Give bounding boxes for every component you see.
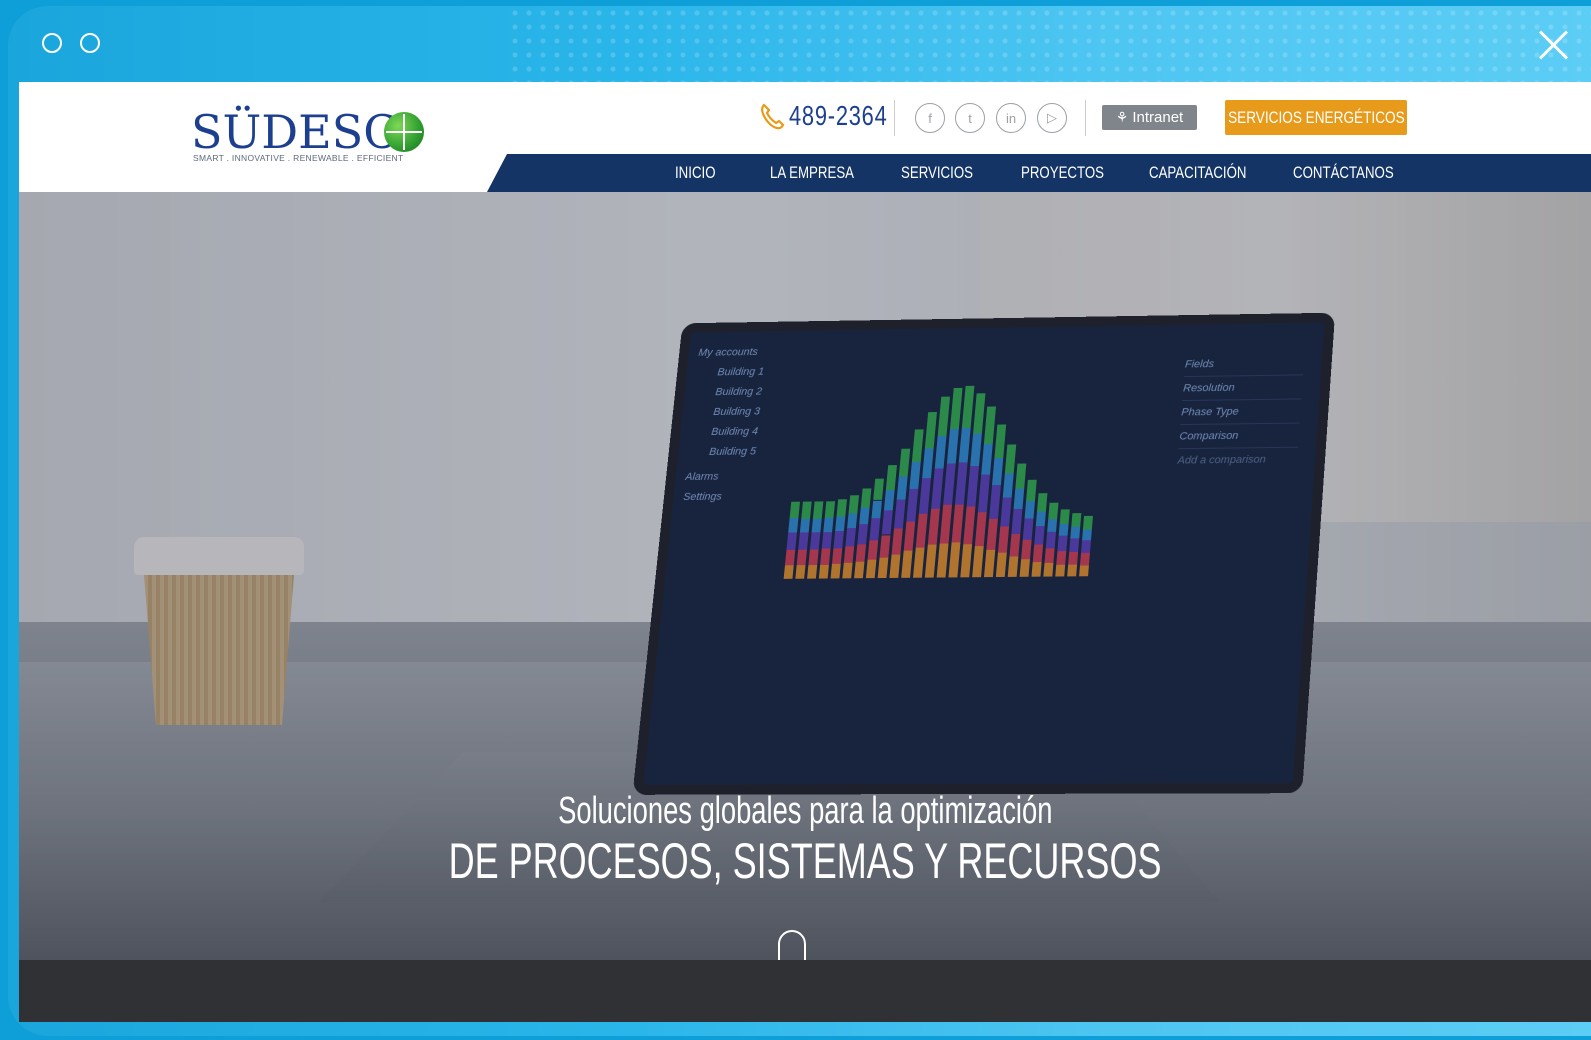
hero-tagline: Soluciones globales para la optimización (19, 790, 1591, 833)
nav-item-contactanos[interactable]: CONTÁCTANOS (1293, 154, 1422, 192)
logo-tagline: SMART . INNOVATIVE . RENEWABLE . EFFICIE… (193, 153, 404, 163)
facebook-icon[interactable]: f (915, 103, 945, 133)
nav-item-inicio[interactable]: INICIO (675, 154, 727, 192)
nav-label: INICIO (675, 163, 716, 182)
nav-item-servicios[interactable]: SERVICIOS (901, 154, 993, 192)
webpage: SÜDESC SMART . INNOVATIVE . RENEWABLE . … (19, 82, 1591, 1022)
footer-band (19, 960, 1591, 1022)
phone-number: 489-2364 (789, 100, 888, 131)
nav-item-capacitacion[interactable]: CAPACITACIÓN (1149, 154, 1274, 192)
twitter-icon[interactable]: t (955, 103, 985, 133)
window-control-dot[interactable] (42, 33, 62, 53)
globe-icon (384, 112, 424, 152)
hero-headline-text: DE PROCESOS, SISTEMAS Y RECURSOS (448, 833, 1162, 889)
nav-label: CONTÁCTANOS (1293, 163, 1394, 182)
network-icon: ⚘ (1115, 109, 1129, 125)
site-logo[interactable]: SÜDESC SMART . INNOVATIVE . RENEWABLE . … (191, 106, 431, 166)
divider (1085, 100, 1086, 136)
hero-banner: My accounts Building 1 Building 2 Buildi… (19, 192, 1591, 960)
hero-headline: DE PROCESOS, SISTEMAS Y RECURSOS (19, 832, 1591, 890)
divider (894, 100, 895, 136)
window-control-dot[interactable] (80, 33, 100, 53)
hero-tagline-text: Soluciones globales para la optimización (557, 790, 1053, 832)
nav-label: CAPACITACIÓN (1149, 163, 1247, 182)
site-header: SÜDESC SMART . INNOVATIVE . RENEWABLE . … (19, 82, 1591, 192)
phone-contact[interactable]: 489-2364 (759, 100, 915, 132)
main-nav: INICIO LA EMPRESA SERVICIOS PROYECTOS CA… (487, 154, 1591, 192)
linkedin-icon[interactable]: in (996, 103, 1026, 133)
intranet-button[interactable]: ⚘ Intranet (1102, 105, 1197, 130)
youtube-icon[interactable]: ▷ (1037, 103, 1067, 133)
nav-label: SERVICIOS (901, 163, 973, 182)
energy-services-button[interactable]: SERVICIOS ENERGÉTICOS (1225, 100, 1407, 135)
energy-services-label: SERVICIOS ENERGÉTICOS (1227, 107, 1405, 127)
intranet-label: Intranet (1132, 109, 1184, 126)
close-icon[interactable] (1537, 28, 1571, 62)
logo-wordmark: SÜDESC (191, 105, 399, 159)
nav-label: PROYECTOS (1021, 163, 1105, 182)
scroll-down-indicator[interactable] (778, 930, 806, 960)
phone-icon (761, 103, 785, 130)
nav-item-la-empresa[interactable]: LA EMPRESA (770, 154, 878, 192)
nav-item-proyectos[interactable]: PROYECTOS (1021, 154, 1127, 192)
nav-label: LA EMPRESA (770, 163, 855, 182)
